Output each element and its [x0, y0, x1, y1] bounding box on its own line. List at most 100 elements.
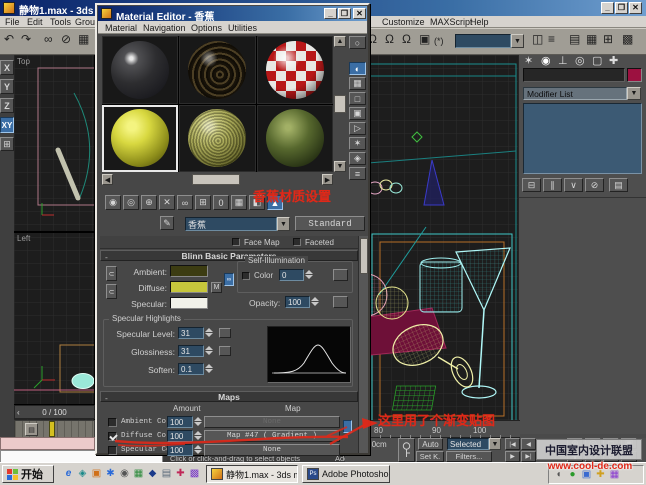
lock-diffuse-specular-icon[interactable]: ⊂ — [106, 284, 117, 299]
curve-editor-icon[interactable]: ▦ — [586, 35, 597, 44]
show-end-result-stack-icon[interactable]: ∥ — [543, 178, 562, 192]
selected-filter-dropdown[interactable]: Selected — [447, 438, 489, 450]
soften-spinner[interactable] — [205, 363, 213, 375]
material-slot-olive[interactable] — [179, 105, 255, 173]
tab-display-icon[interactable]: ▢ — [592, 57, 602, 66]
me-menu-navigation[interactable]: Navigation — [138, 22, 191, 34]
video-color-check-icon[interactable]: ▣ — [349, 107, 366, 120]
mirror-icon[interactable]: ◫ — [532, 35, 543, 44]
layer-manager-icon[interactable]: ▤ — [569, 35, 580, 44]
background-icon[interactable]: ▦ — [349, 77, 366, 90]
tab-create-icon[interactable]: ✶ — [524, 57, 533, 66]
menu-edit[interactable]: Edit — [22, 16, 48, 28]
opacity-value-field[interactable]: 100 — [285, 296, 310, 308]
make-copy-icon[interactable]: ∞ — [177, 195, 193, 210]
diffuse-color-swatch[interactable] — [170, 281, 208, 293]
reset-map-icon[interactable]: ✕ — [159, 195, 175, 210]
params-scrollbar[interactable] — [358, 236, 368, 453]
configure-modifier-sets-icon[interactable]: ▤ — [609, 178, 628, 192]
specular-level-map-button[interactable] — [219, 328, 231, 338]
me-menu-material[interactable]: Material — [100, 22, 142, 34]
align-icon[interactable]: ≡ — [548, 35, 555, 44]
time-slider-track[interactable]: ▤ — [14, 420, 95, 438]
frame-back-icon[interactable]: ‹ — [17, 406, 20, 419]
material-editor-titlebar[interactable]: Material Editor - 香蕉 _ ❐ ✕ — [98, 6, 367, 21]
blinn-rollout-header[interactable]: - Blinn Basic Parameters — [100, 250, 358, 261]
viewport-left-label[interactable]: Left — [17, 234, 30, 243]
material-slot-banana-active[interactable] — [102, 105, 178, 173]
self-illum-value-field[interactable]: 0 — [279, 269, 304, 281]
pin-stack-icon[interactable]: ⊟ — [522, 178, 541, 192]
set-key-toggle-icon[interactable] — [398, 438, 415, 462]
diffuse-amount-spinner[interactable] — [194, 430, 202, 442]
lock-maps-icon[interactable]: ∞ — [224, 273, 234, 286]
quicklaunch-images-icon[interactable]: ▦ — [132, 467, 145, 481]
material-name-dropdown[interactable]: 香蕉 — [185, 217, 277, 231]
menu-customize[interactable]: Customize — [377, 16, 430, 28]
quicklaunch-ie-icon[interactable]: e — [62, 467, 75, 481]
specular-amount-spinner[interactable] — [194, 444, 202, 456]
tab-motion-icon[interactable]: ◎ — [575, 57, 585, 66]
self-illum-color-checkbox[interactable] — [242, 272, 250, 280]
material-map-navigator-icon[interactable]: ≡ — [349, 167, 366, 180]
menu-help[interactable]: Help — [465, 16, 494, 28]
viewport-top-label[interactable]: Top — [17, 57, 30, 66]
faceted-checkbox[interactable] — [293, 238, 301, 246]
self-illum-map-button[interactable] — [333, 269, 348, 281]
remove-modifier-icon[interactable]: ⊘ — [585, 178, 604, 192]
quicklaunch-media-icon[interactable]: ✱ — [104, 467, 117, 481]
set-key-button[interactable]: Set K. — [416, 451, 444, 462]
ambient-map-checkbox[interactable] — [108, 418, 117, 427]
mini-curve-editor-icon[interactable]: ▤ — [25, 423, 38, 436]
axis-xy-button[interactable]: XY — [0, 117, 14, 133]
diffuse-amount-field[interactable]: 100 — [167, 430, 193, 442]
slots-scroll-down-icon[interactable]: ▼ — [334, 161, 346, 172]
slots-scroll-up-icon[interactable]: ▲ — [334, 36, 346, 47]
quicklaunch-notes-icon[interactable]: ▤ — [160, 467, 173, 481]
snap-mini-icon[interactable]: ⊞ — [0, 137, 14, 151]
glossiness-field[interactable]: 31 — [178, 345, 204, 357]
schematic-view-icon[interactable]: ⊞ — [603, 35, 613, 44]
quicklaunch-word-icon[interactable]: ◆ — [146, 467, 159, 481]
effects-channel-icon[interactable]: 0 — [213, 195, 229, 210]
slots-vscroll-thumb[interactable] — [334, 95, 346, 113]
material-type-button[interactable]: Standard — [295, 216, 365, 231]
go-to-end-icon[interactable]: ▶| — [521, 451, 536, 462]
render-icon[interactable]: ▩ — [622, 35, 633, 44]
assign-material-icon[interactable]: ⊕ — [141, 195, 157, 210]
selected-filter-arrow-icon[interactable]: ▼ — [489, 438, 501, 450]
diffuse-map-checkbox[interactable] — [108, 432, 117, 441]
backlight-icon[interactable]: ◐ — [349, 62, 366, 75]
sample-uv-tiling-icon[interactable]: □ — [349, 92, 366, 105]
maps-lock-icon[interactable] — [343, 420, 352, 433]
select-by-material-icon[interactable]: ◈ — [349, 152, 366, 165]
modifier-list-dropdown[interactable]: Modifier List — [523, 87, 627, 100]
slots-hscroll-thumb[interactable] — [192, 174, 240, 185]
play-icon[interactable]: ▶ — [505, 451, 520, 462]
object-color-swatch[interactable] — [627, 68, 642, 82]
sample-type-icon[interactable]: ○ — [349, 36, 366, 49]
go-to-start-icon[interactable]: |◀ — [505, 438, 520, 450]
material-name-arrow-icon[interactable]: ▼ — [277, 217, 290, 231]
specular-amount-field[interactable]: 100 — [167, 444, 193, 456]
specular-map-button[interactable]: None — [204, 444, 340, 456]
slots-scroll-right-icon[interactable]: ▶ — [322, 174, 333, 185]
axis-y-button[interactable]: Y — [0, 79, 14, 94]
minimize-icon[interactable]: _ — [601, 2, 614, 14]
auto-key-button[interactable]: Auto — [418, 438, 443, 450]
spinner-snap-icon[interactable]: ▣ — [419, 35, 430, 44]
pick-material-eyedropper-icon[interactable]: ✎ — [160, 216, 174, 230]
self-illum-spinner[interactable] — [305, 269, 313, 281]
tab-hierarchy-icon[interactable]: ⊥ — [558, 57, 568, 66]
tab-modify-icon[interactable]: ◉ — [541, 57, 551, 66]
taskbar-task-3dsmax[interactable]: 静物1.max - 3ds m... — [206, 465, 298, 483]
modifier-list-arrow-icon[interactable]: ▼ — [627, 87, 641, 100]
bind-to-spacewarp-icon[interactable]: ▦ — [78, 35, 89, 44]
params-scroll-thumb[interactable] — [360, 238, 368, 274]
specular-color-swatch[interactable] — [170, 297, 208, 309]
material-options-icon[interactable]: ✶ — [349, 137, 366, 150]
me-menu-utilities[interactable]: Utilities — [223, 22, 262, 34]
diffuse-map-shortcut-button[interactable]: M — [211, 282, 222, 293]
menu-file[interactable]: File — [0, 16, 25, 28]
make-unique-icon[interactable]: ∨ — [564, 178, 583, 192]
